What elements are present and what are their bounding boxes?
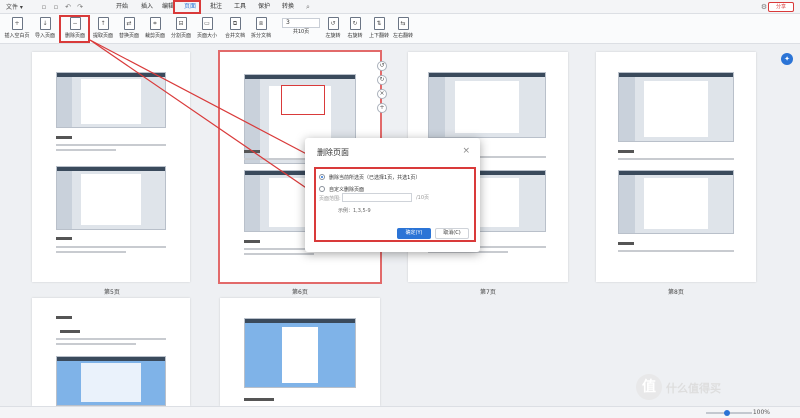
page-screenshot-image	[244, 318, 356, 388]
site-watermark: 值 什么值得买	[636, 374, 796, 404]
assistant-icon[interactable]: ✦	[781, 53, 793, 65]
page-size-icon: ▭	[201, 17, 213, 30]
page-label: 第8页	[668, 289, 684, 296]
zoom-level: 100%	[752, 409, 770, 416]
page-label: 第6页	[292, 289, 308, 296]
split-doc-icon: ⧈	[255, 17, 267, 30]
crop-page-icon: ⌗	[149, 17, 161, 30]
range-label: 页面范围:	[319, 196, 341, 202]
page-number-input[interactable]: 3	[282, 18, 320, 28]
rotate-left-icon[interactable]: ↺	[377, 61, 387, 71]
ok-button[interactable]: 确定(Y)	[397, 228, 431, 239]
delete-page-highlight	[59, 15, 90, 43]
dialog-title: 删除页面	[317, 148, 349, 157]
file-menu[interactable]: 文件 ▾	[6, 2, 23, 11]
insert-blank-page-button[interactable]: + 插入空白页	[2, 16, 32, 42]
extract-page-icon: ↑	[97, 17, 109, 30]
page-screenshot-image	[618, 170, 734, 234]
replace-page-icon: ⇄	[123, 17, 135, 30]
menubar: 文件 ▾ ▫ ▫ ↶ ↷ 开始 插入 编辑 页面 批注 工具 保护 转换 ⌕ ⚙…	[0, 0, 800, 14]
option-custom-delete: 自定义删除页面	[329, 187, 365, 193]
print-icon[interactable]: ▫	[52, 3, 60, 11]
flip-horizontal-icon: ⇆	[397, 17, 409, 30]
page-size-button[interactable]: ▭ 页面大小	[192, 16, 222, 42]
flip-horizontal-button[interactable]: ⇆ 左右翻转	[388, 16, 418, 42]
page-screenshot-image	[56, 72, 166, 128]
delete-page-dialog: 删除页面 × 删除当前所选页（已选择1页，共选1页） 自定义删除页面 页面范围:…	[305, 138, 480, 252]
tab-comment[interactable]: 批注	[206, 2, 226, 14]
ribbon-toolbar: + 插入空白页 ↓ 导入页面 − 删除页面 ↑ 提取页面 ⇄ 替换页面 ⌗ 裁剪…	[0, 14, 800, 44]
tab-tools[interactable]: 工具	[230, 2, 250, 14]
page-range-input[interactable]	[342, 193, 412, 202]
watermark-text: 什么值得买	[666, 382, 721, 395]
cancel-button[interactable]: 取消(C)	[435, 228, 469, 239]
page-screenshot-image	[56, 166, 166, 230]
page-thumbnail[interactable]	[32, 52, 190, 282]
page-screenshot-image	[56, 356, 166, 406]
page-count: 共10页	[292, 29, 310, 35]
status-bar: 100%	[0, 406, 800, 418]
tab-protect[interactable]: 保护	[254, 2, 274, 14]
tab-page-highlight	[173, 0, 201, 14]
close-icon[interactable]: ×	[462, 146, 470, 156]
search-icon[interactable]: ⌕	[304, 3, 312, 11]
page-thumbnail[interactable]	[220, 298, 380, 406]
tab-convert[interactable]: 转换	[278, 2, 298, 14]
undo-icon[interactable]: ↶	[64, 3, 72, 11]
tab-insert[interactable]: 插入	[137, 2, 157, 14]
delete-icon[interactable]: ×	[377, 89, 387, 99]
range-example: 示例：1,3,5-9	[338, 208, 371, 214]
page-label: 第5页	[104, 289, 120, 296]
page-screenshot-image	[428, 72, 546, 138]
radio-custom-delete[interactable]	[319, 186, 325, 192]
rotate-right-icon[interactable]: ↻	[377, 75, 387, 85]
import-page-icon: ↓	[39, 17, 51, 30]
save-icon[interactable]: ▫	[40, 3, 48, 11]
redo-icon[interactable]: ↷	[76, 3, 84, 11]
tab-start[interactable]: 开始	[112, 2, 132, 14]
import-page-button[interactable]: ↓ 导入页面	[30, 16, 60, 42]
flip-vertical-icon: ⇅	[373, 17, 385, 30]
rotate-right-icon: ↻	[349, 17, 361, 30]
share-button[interactable]: 分享	[768, 2, 794, 12]
merge-doc-icon: ⧉	[229, 17, 241, 30]
page-label: 第7页	[480, 289, 496, 296]
page-screenshot-image	[618, 72, 734, 142]
page-side-tools: ↺ ↻ × +	[375, 61, 389, 117]
add-icon[interactable]: +	[377, 103, 387, 113]
page-thumbnail[interactable]	[596, 52, 756, 282]
zoom-slider-handle[interactable]	[724, 410, 730, 416]
watermark-badge: 值	[636, 374, 662, 400]
range-total: /10页	[416, 195, 430, 201]
radio-delete-selected[interactable]	[319, 174, 325, 180]
settings-icon[interactable]: ⚙	[760, 3, 768, 11]
split-doc-button[interactable]: ⧈ 拆分文档	[246, 16, 276, 42]
option-delete-selected: 删除当前所选页（已选择1页，共选1页）	[329, 175, 421, 181]
page-thumbnail[interactable]	[32, 298, 190, 406]
rotate-left-icon: ↺	[327, 17, 339, 30]
insert-blank-page-icon: +	[11, 17, 23, 30]
split-page-icon: ⊟	[175, 17, 187, 30]
